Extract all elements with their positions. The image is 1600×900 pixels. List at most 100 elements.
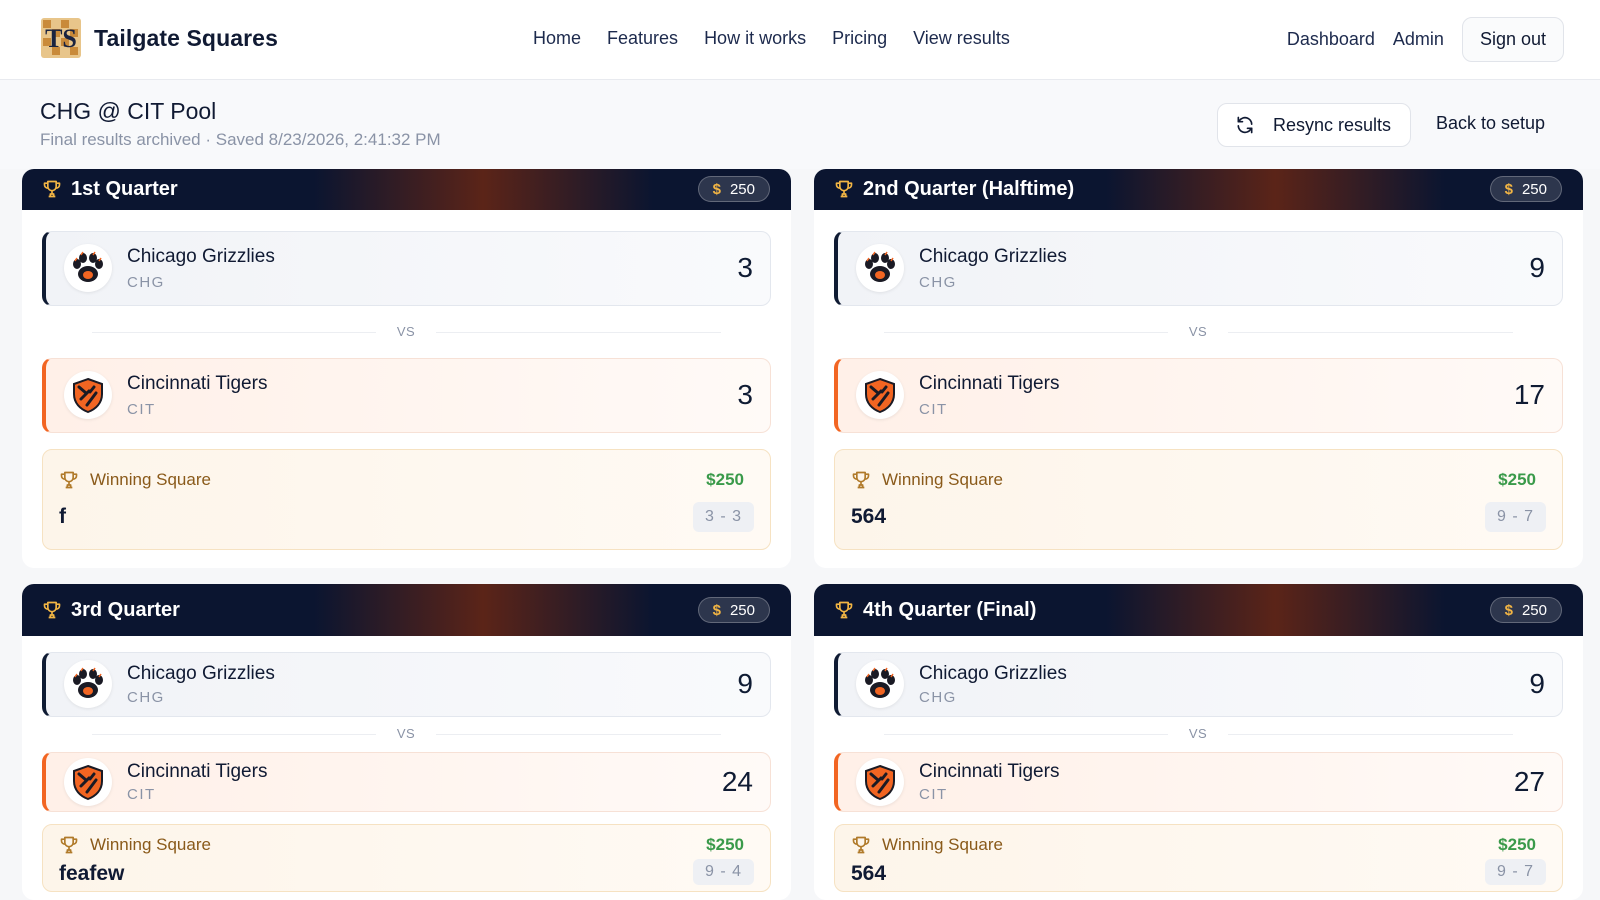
brand-name: Tailgate Squares	[94, 24, 278, 51]
winning-square: Winning Square $250 feafew 9 - 4	[42, 824, 771, 892]
winning-square-label: Winning Square	[882, 835, 1003, 854]
vs-label: VS	[1168, 726, 1228, 741]
nav-home[interactable]: Home	[533, 28, 581, 49]
quarter-card-1: 1st Quarter $250 Chicago Grizzlies CHG 3…	[22, 169, 791, 568]
team-row-chg: Chicago Grizzlies CHG 9	[834, 231, 1563, 306]
team-row-cit: Cincinnati Tigers CIT 3	[42, 358, 771, 433]
sign-out-button[interactable]: Sign out	[1461, 17, 1564, 62]
winning-owner: 564	[851, 505, 887, 528]
team-row-cit: Cincinnati Tigers CIT 27	[834, 752, 1563, 812]
team-name: Cincinnati Tigers	[127, 373, 268, 394]
team-row-cit: Cincinnati Tigers CIT 24	[42, 752, 771, 812]
quarter-card-2: 2nd Quarter (Halftime) $250 Chicago Griz…	[814, 169, 1583, 568]
resync-label: Resync results	[1273, 114, 1392, 135]
prize-badge: $250	[1489, 597, 1562, 623]
nav-dashboard[interactable]: Dashboard	[1287, 29, 1375, 50]
prize-amount: 250	[1521, 180, 1547, 198]
team-abbr: CHG	[919, 274, 957, 291]
trophy-icon	[60, 471, 78, 489]
vs-label: VS	[376, 324, 436, 339]
brand-logo-icon: TS	[41, 18, 81, 58]
team-row-chg: Chicago Grizzlies CHG 9	[42, 652, 771, 717]
winning-owner: feafew	[59, 862, 125, 885]
nav-view-results[interactable]: View results	[913, 28, 1010, 49]
quarter-title: 2nd Quarter (Halftime)	[863, 178, 1075, 200]
top-nav-bar: TS Tailgate Squares Home Features How it…	[0, 0, 1600, 80]
winning-square-label: Winning Square	[90, 470, 211, 489]
winning-digits: 9 - 7	[1484, 502, 1546, 532]
trophy-icon	[60, 836, 78, 854]
trophy-icon	[835, 601, 853, 619]
user-nav: Dashboard Admin Sign out	[1287, 17, 1564, 62]
tigers-logo-icon	[64, 758, 112, 806]
grizzlies-logo-icon	[64, 244, 112, 292]
prize-badge: $250	[697, 176, 770, 202]
team-score: 27	[1513, 766, 1545, 797]
trophy-icon	[835, 180, 853, 198]
winning-square-label: Winning Square	[882, 470, 1003, 489]
team-abbr: CHG	[127, 274, 165, 291]
team-score: 17	[1513, 379, 1545, 410]
vs-label: VS	[376, 726, 436, 741]
pool-subtitle: Final results archived · Saved 8/23/2026…	[40, 130, 441, 149]
trophy-icon	[852, 471, 870, 489]
trophy-icon	[43, 180, 61, 198]
quarter-card-4: 4th Quarter (Final) $250 Chicago Grizzli…	[814, 584, 1583, 900]
dollar-icon: $	[1504, 180, 1513, 198]
resync-results-button[interactable]: Resync results	[1217, 103, 1411, 147]
winning-digits: 9 - 4	[692, 859, 754, 885]
grizzlies-logo-icon	[856, 660, 904, 708]
team-score: 9	[1529, 668, 1545, 699]
winning-owner: 564	[851, 862, 887, 885]
tigers-logo-icon	[856, 371, 904, 419]
refresh-icon	[1237, 116, 1253, 134]
nav-pricing[interactable]: Pricing	[832, 28, 887, 49]
winning-digits: 3 - 3	[692, 502, 754, 532]
team-name: Chicago Grizzlies	[127, 663, 275, 684]
tigers-logo-icon	[856, 758, 904, 806]
team-name: Cincinnati Tigers	[127, 761, 268, 782]
team-name: Cincinnati Tigers	[919, 761, 1060, 782]
prize-amount: 250	[1521, 601, 1547, 619]
dollar-icon: $	[1504, 601, 1513, 619]
team-abbr: CHG	[919, 689, 957, 706]
winning-square: Winning Square $250 564 9 - 7	[834, 449, 1563, 550]
prize-amount: 250	[729, 180, 755, 198]
winning-square-label: Winning Square	[90, 835, 211, 854]
nav-how-it-works[interactable]: How it works	[704, 28, 806, 49]
quarter-header: 4th Quarter (Final) $250	[814, 584, 1583, 636]
team-abbr: CHG	[127, 689, 165, 706]
nav-admin[interactable]: Admin	[1393, 29, 1444, 50]
team-name: Chicago Grizzlies	[919, 246, 1067, 267]
grizzlies-logo-icon	[64, 660, 112, 708]
team-score: 9	[1529, 252, 1545, 283]
team-score: 3	[737, 252, 753, 283]
team-score: 3	[737, 379, 753, 410]
team-score: 9	[737, 668, 753, 699]
team-row-cit: Cincinnati Tigers CIT 17	[834, 358, 1563, 433]
team-abbr: CIT	[919, 401, 948, 418]
team-abbr: CIT	[127, 786, 156, 803]
team-name: Cincinnati Tigers	[919, 373, 1060, 394]
back-to-setup-button[interactable]: Back to setup	[1436, 113, 1545, 134]
nav-features[interactable]: Features	[607, 28, 678, 49]
trophy-icon	[852, 836, 870, 854]
team-abbr: CIT	[127, 401, 156, 418]
svg-text:TS: TS	[45, 24, 77, 53]
brand[interactable]: TS Tailgate Squares	[40, 17, 278, 59]
pool-title: CHG @ CIT Pool	[40, 98, 217, 124]
prize-amount: 250	[729, 601, 755, 619]
pool-header: CHG @ CIT Pool Final results archived · …	[0, 80, 1600, 169]
main-nav: Home Features How it works Pricing View …	[533, 28, 1010, 49]
quarter-title: 3rd Quarter	[71, 599, 180, 621]
vs-label: VS	[1168, 324, 1228, 339]
team-score: 24	[721, 766, 753, 797]
winning-amount: $250	[706, 470, 744, 489]
winning-square: Winning Square $250 564 9 - 7	[834, 824, 1563, 892]
quarter-title: 1st Quarter	[71, 178, 178, 200]
winning-amount: $250	[706, 835, 744, 854]
tigers-logo-icon	[64, 371, 112, 419]
grizzlies-logo-icon	[856, 244, 904, 292]
quarter-card-3: 3rd Quarter $250 Chicago Grizzlies CHG 9…	[22, 584, 791, 900]
trophy-icon	[43, 601, 61, 619]
